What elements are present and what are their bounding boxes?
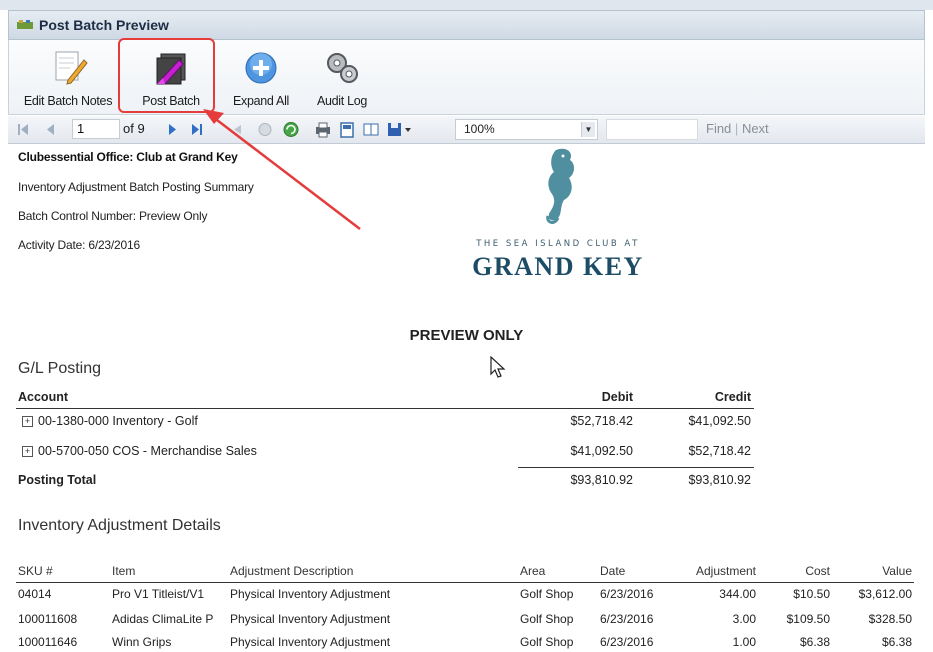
gl-total-credit: $93,810.92 <box>688 473 751 487</box>
stop-icon[interactable] <box>256 120 274 139</box>
cell-value: $3,612.00 <box>858 587 912 601</box>
col-adjustment: Adjustment <box>695 564 756 578</box>
cell-adjustment: 3.00 <box>732 612 756 626</box>
expand-all-button[interactable]: Expand All <box>223 42 299 112</box>
export-icon[interactable] <box>386 120 414 139</box>
cell-sku: 04014 <box>18 587 52 601</box>
chevron-down-icon[interactable]: ▼ <box>581 122 595 137</box>
gl-posting-heading: G/L Posting <box>18 360 102 377</box>
cell-cost: $10.50 <box>793 587 830 601</box>
cell-description: Physical Inventory Adjustment <box>230 587 391 601</box>
cell-cost: $6.38 <box>799 635 830 649</box>
gl-row: +00-5700-050 COS - Merchandise Sales <box>18 444 257 458</box>
gl-account-name: 00-5700-050 COS - Merchandise Sales <box>38 444 257 458</box>
gl-header-divider <box>16 408 754 409</box>
cell-adjustment: 344.00 <box>719 587 756 601</box>
desktop-top-strip <box>0 0 933 10</box>
plus-circle-icon <box>245 52 277 84</box>
gl-total-debit: $93,810.92 <box>570 473 633 487</box>
find-link[interactable]: Find <box>706 121 731 136</box>
cell-item: Pro V1 Titleist/V1 <box>112 587 205 601</box>
gl-row: +00-1380-000 Inventory - Golf <box>18 414 198 428</box>
next-link[interactable]: Next <box>742 121 769 136</box>
details-header-divider <box>16 582 914 583</box>
find-controls: Find | Next <box>706 121 769 136</box>
club-title: Clubessential Office: Club at Grand Key <box>18 150 238 164</box>
find-input[interactable] <box>606 119 698 140</box>
cell-cost: $109.50 <box>786 612 830 626</box>
print-icon[interactable] <box>314 120 332 139</box>
previous-page-icon[interactable] <box>44 120 56 139</box>
gl-debit-header: Debit <box>601 390 633 404</box>
col-description: Adjustment Description <box>230 564 354 578</box>
audit-log-label: Audit Log <box>316 94 368 108</box>
preview-banner: PREVIEW ONLY <box>409 327 524 344</box>
cell-item: Adidas ClimaLite P <box>112 612 214 626</box>
cell-area: Golf Shop <box>520 635 574 649</box>
col-area: Area <box>520 564 546 578</box>
highlight-box <box>118 38 215 113</box>
current-page-input[interactable]: 1 <box>72 119 120 139</box>
cell-adjustment: 1.00 <box>732 635 756 649</box>
gl-credit-value: $52,718.42 <box>688 444 751 458</box>
window-title: Post Batch Preview <box>39 17 169 33</box>
col-cost: Cost <box>805 564 830 578</box>
cell-value: $328.50 <box>868 612 912 626</box>
back-icon[interactable] <box>230 120 244 139</box>
gl-debit-value: $41,092.50 <box>570 444 633 458</box>
audit-log-button[interactable]: Audit Log <box>307 42 377 112</box>
cell-date: 6/23/2016 <box>600 612 654 626</box>
cell-date: 6/23/2016 <box>600 635 654 649</box>
batch-control-number: Batch Control Number: Preview Only <box>18 209 208 223</box>
page-setup-icon[interactable] <box>362 120 380 139</box>
gl-account-header: Account <box>18 390 68 404</box>
gl-credit-value: $41,092.50 <box>688 414 751 428</box>
next-page-icon[interactable] <box>166 120 178 139</box>
gears-icon <box>327 53 358 83</box>
col-value: Value <box>882 564 912 578</box>
col-date: Date <box>600 564 626 578</box>
summary-title: Inventory Adjustment Batch Posting Summa… <box>18 180 254 194</box>
report-page: Clubessential Office: Club at Grand Key … <box>8 144 925 652</box>
cell-area: Golf Shop <box>520 587 574 601</box>
cell-area: Golf Shop <box>520 612 574 626</box>
first-page-icon[interactable] <box>16 120 30 139</box>
logo-subtitle: THE SEA ISLAND CLUB AT <box>476 239 640 249</box>
cell-description: Physical Inventory Adjustment <box>230 612 391 626</box>
find-separator: | <box>734 121 739 136</box>
mouse-pointer-icon <box>490 356 506 378</box>
expand-row-icon[interactable]: + <box>22 446 33 458</box>
gl-credit-header: Credit <box>714 390 751 404</box>
col-item: Item <box>112 564 136 578</box>
cell-description: Physical Inventory Adjustment <box>230 635 391 649</box>
cell-sku: 100011646 <box>18 635 78 649</box>
gl-total-divider <box>518 467 754 468</box>
gl-total-label: Posting Total <box>18 473 97 487</box>
report-viewer-toolbar: 1 of 9 100% ▼ Find | Next <box>8 116 925 144</box>
window-app-icon <box>17 20 33 29</box>
window-titlebar: Post Batch Preview <box>8 10 925 40</box>
gl-account-name: 00-1380-000 Inventory - Golf <box>38 414 198 428</box>
edit-batch-notes-button[interactable]: Edit Batch Notes <box>17 42 119 112</box>
expand-all-label: Expand All <box>232 94 290 108</box>
edit-batch-notes-label: Edit Batch Notes <box>23 94 113 108</box>
col-sku: SKU # <box>18 564 53 578</box>
cell-item: Winn Grips <box>112 635 172 649</box>
page-count-label: of 9 <box>123 121 145 136</box>
cell-date: 6/23/2016 <box>600 587 654 601</box>
expand-row-icon[interactable]: + <box>22 416 33 428</box>
cell-sku: 100011608 <box>18 612 78 626</box>
details-heading: Inventory Adjustment Details <box>18 517 221 534</box>
gl-debit-value: $52,718.42 <box>570 414 633 428</box>
last-page-icon[interactable] <box>190 120 204 139</box>
zoom-select[interactable]: 100% ▼ <box>455 119 598 140</box>
cell-value: $6.38 <box>881 635 912 649</box>
zoom-value: 100% <box>464 122 495 136</box>
print-layout-icon[interactable] <box>338 120 356 139</box>
logo-title: GRAND KEY <box>472 252 644 281</box>
refresh-icon[interactable] <box>282 120 300 139</box>
activity-date: Activity Date: 6/23/2016 <box>18 238 140 252</box>
edit-notes-icon <box>55 51 88 85</box>
